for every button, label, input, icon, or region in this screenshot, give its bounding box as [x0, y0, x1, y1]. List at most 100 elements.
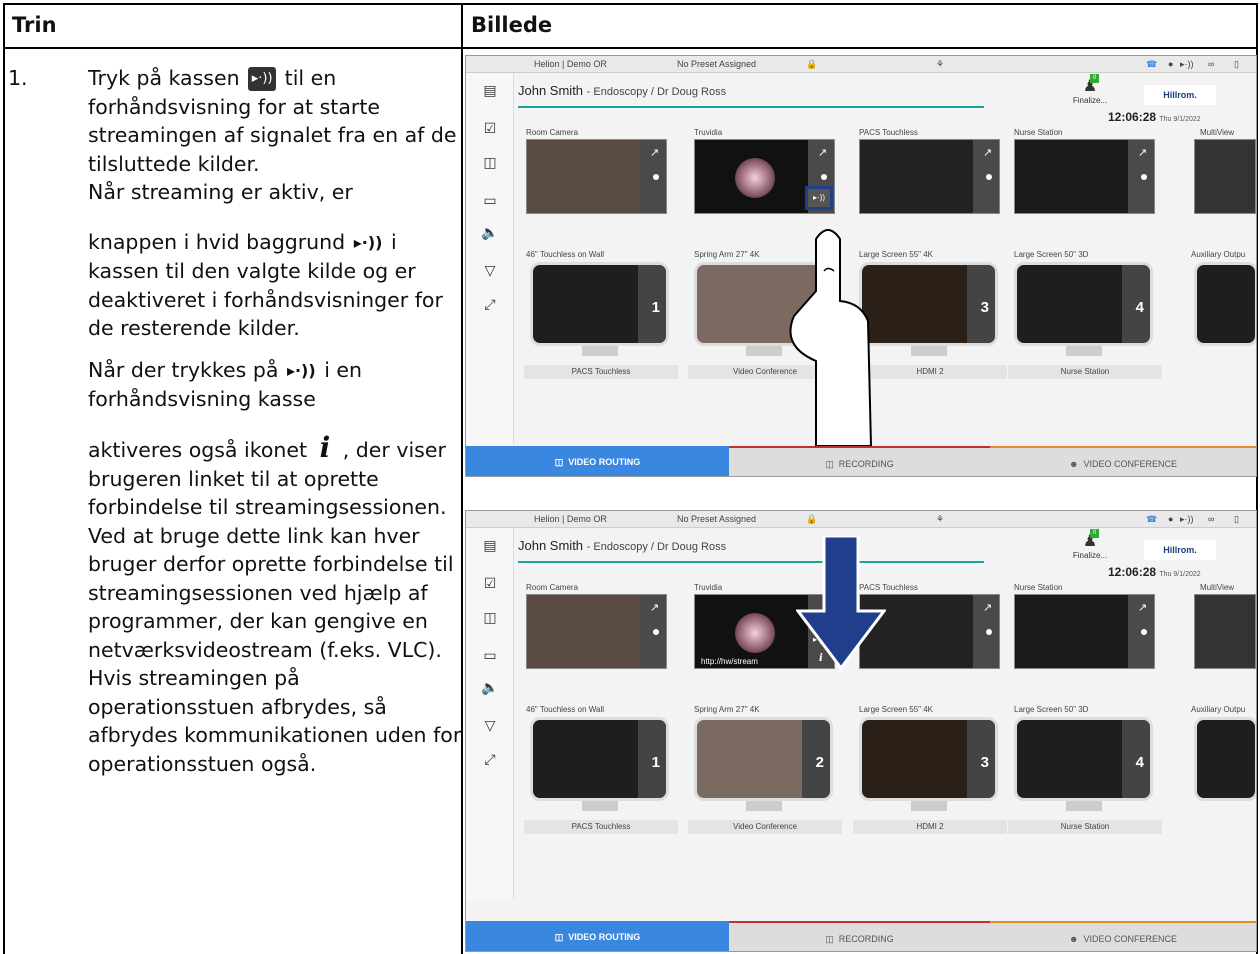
record-dot-icon[interactable]	[986, 629, 992, 635]
source-label: Room Camera	[526, 583, 579, 592]
destination-monitor-3[interactable]: 3	[859, 717, 998, 801]
routing-icon[interactable]: ◫	[481, 155, 499, 169]
header-image: Billede	[463, 4, 1256, 48]
patient-name: John Smith	[518, 538, 584, 553]
source-label: PACS Touchless	[859, 128, 918, 137]
stream-button[interactable]: ▸·))	[805, 186, 833, 210]
phone-icon[interactable]: ☎	[1146, 59, 1157, 70]
tab-recording[interactable]: ◫ RECORDING	[729, 921, 990, 951]
destination-label: Auxiliary Outpu	[1191, 250, 1246, 259]
routing-icon[interactable]: ◫	[481, 610, 499, 624]
destination-monitor-4[interactable]: 4	[1014, 262, 1153, 346]
audio-icon[interactable]: 🔈	[481, 225, 499, 239]
record-dot-icon[interactable]	[1141, 174, 1147, 180]
recording-tab-icon: ◫	[825, 934, 834, 944]
monitor-stand	[1066, 346, 1102, 356]
screen-icon[interactable]: ▭	[481, 193, 499, 207]
step-paragraph-2: Når streaming er aktiv, er	[88, 178, 463, 207]
tab-video-routing[interactable]: ◫ VIDEO ROUTING	[466, 446, 729, 476]
destination-monitor-4[interactable]: 4	[1014, 717, 1153, 801]
source-preview-room-camera[interactable]: ↗	[526, 139, 667, 214]
record-dot-icon[interactable]	[821, 174, 827, 180]
monitor-number: 3	[980, 299, 989, 316]
status-bar: Helion | Demo OR No Preset Assigned 🔒 ⚘ …	[466, 511, 1256, 528]
monitor-stand	[911, 801, 947, 811]
stream-link-text[interactable]: http://hw/stream	[701, 657, 758, 666]
record-dot-icon[interactable]: ●	[1168, 514, 1173, 524]
destination-label: Auxiliary Outpu	[1191, 705, 1246, 714]
patient-card-icon[interactable]: ▤	[481, 538, 499, 552]
checklist-icon[interactable]: ☑	[481, 576, 499, 590]
checklist-icon[interactable]: ☑	[481, 121, 499, 135]
destination-monitor-5[interactable]	[1194, 717, 1256, 801]
source-preview-truvidia[interactable]: ↗ ▸·))	[694, 139, 835, 214]
monitor-number: 4	[1135, 299, 1144, 316]
output-label: PACS Touchless	[524, 820, 678, 834]
destination-label: Spring Arm 27" 4K	[694, 250, 760, 259]
header-step: Trin	[4, 4, 461, 48]
record-dot-icon[interactable]	[653, 174, 659, 180]
stream-icon: ▸·))	[286, 360, 316, 380]
routing-tab-icon: ◫	[554, 932, 564, 942]
notification-badge: 0	[1090, 74, 1099, 83]
bottom-tabs: ◫ VIDEO ROUTING ◫ RECORDING ☻ VIDEO CONF…	[466, 446, 1256, 476]
output-label: Video Conference	[688, 820, 842, 834]
table-border-header	[3, 47, 1257, 49]
destination-monitor-5[interactable]	[1194, 262, 1256, 346]
lock-icon[interactable]: 🔒	[806, 514, 817, 525]
table-icon[interactable]: ⚘	[936, 514, 944, 525]
stream-status-icon[interactable]: ▸·))	[1180, 59, 1194, 70]
source-preview-multiview[interactable]	[1194, 594, 1256, 669]
tab-recording[interactable]: ◫ RECORDING	[729, 446, 990, 476]
source-preview-nurse-station[interactable]: ↗	[1014, 594, 1155, 669]
expand-icon[interactable]: ↗	[983, 601, 992, 614]
surgical-light-icon[interactable]: ▽	[481, 263, 499, 277]
bottom-tabs: ◫ VIDEO ROUTING ◫ RECORDING ☻ VIDEO CONF…	[466, 921, 1256, 951]
record-dot-icon[interactable]	[1141, 629, 1147, 635]
source-preview-pacs[interactable]: ↗	[859, 139, 1000, 214]
destination-monitor-1[interactable]: 1	[530, 717, 669, 801]
record-dot-icon[interactable]: ●	[1168, 59, 1173, 69]
patient-detail: - Endoscopy / Dr Doug Ross	[586, 541, 727, 553]
surgical-light-icon[interactable]: ▽	[481, 718, 499, 732]
tab-video-routing[interactable]: ◫ VIDEO ROUTING	[466, 921, 729, 951]
lock-icon[interactable]: 🔒	[806, 59, 817, 70]
glasses-icon[interactable]: ∞	[1208, 514, 1214, 524]
monitor-number: 1	[651, 299, 660, 316]
tab-video-conference[interactable]: ☻ VIDEO CONFERENCE	[990, 446, 1256, 476]
source-label: Nurse Station	[1014, 583, 1063, 592]
expand-icon[interactable]: ↗	[983, 146, 992, 159]
phone-icon[interactable]: ☎	[1146, 514, 1157, 525]
destination-monitor-1[interactable]: 1	[530, 262, 669, 346]
tab-label: VIDEO ROUTING	[568, 457, 641, 467]
patient-card-icon[interactable]: ▤	[481, 83, 499, 97]
expand-icon[interactable]: ↗	[650, 146, 659, 159]
camera-arm-icon[interactable]: ⤢	[481, 752, 499, 766]
step-paragraph-3: knappen i hvid baggrund ▸·)) i kassen ti…	[88, 228, 463, 343]
info-icon: i	[319, 431, 331, 464]
monitor-stand	[746, 801, 782, 811]
expand-icon[interactable]: ↗	[818, 146, 827, 159]
clock: 12:06:28 Thu 9/1/2022	[1108, 110, 1201, 124]
camera-arm-icon[interactable]: ⤢	[481, 297, 499, 311]
patient-header: John Smith - Endoscopy / Dr Doug Ross	[518, 83, 726, 98]
audio-icon[interactable]: 🔈	[481, 680, 499, 694]
table-icon[interactable]: ⚘	[936, 59, 944, 70]
expand-icon[interactable]: ↗	[650, 601, 659, 614]
destination-monitor-2[interactable]: 2	[694, 717, 833, 801]
record-dot-icon[interactable]	[986, 174, 992, 180]
glasses-icon[interactable]: ∞	[1208, 59, 1214, 69]
expand-icon[interactable]: ↗	[1138, 146, 1147, 159]
screen-icon[interactable]: ▭	[481, 648, 499, 662]
source-preview-nurse-station[interactable]: ↗	[1014, 139, 1155, 214]
conference-tab-icon: ☻	[1068, 459, 1079, 469]
expand-icon[interactable]: ↗	[1138, 601, 1147, 614]
step-paragraph-4: Når der trykkes på ▸·)) i en forhåndsvis…	[88, 356, 463, 414]
record-dot-icon[interactable]	[653, 629, 659, 635]
destination-label: 46" Touchless on Wall	[526, 705, 604, 714]
source-preview-room-camera[interactable]: ↗	[526, 594, 667, 669]
source-preview-multiview[interactable]	[1194, 139, 1256, 214]
screenshot-after: Helion | Demo OR No Preset Assigned 🔒 ⚘ …	[465, 510, 1257, 952]
tab-video-conference[interactable]: ☻ VIDEO CONFERENCE	[990, 921, 1256, 951]
stream-status-icon[interactable]: ▸·))	[1180, 514, 1194, 525]
